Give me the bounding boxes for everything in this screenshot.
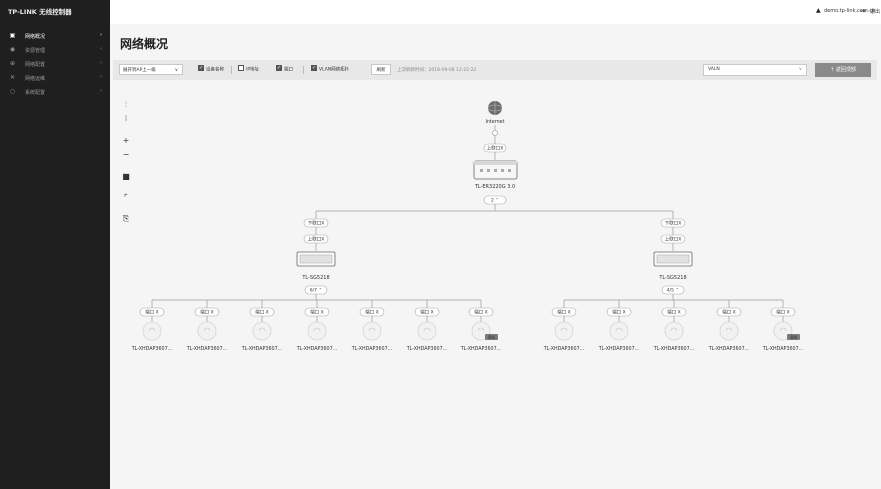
switch-downlink-port[interactable]: 下联口X bbox=[665, 220, 682, 227]
ap-device-icon[interactable] bbox=[362, 321, 382, 341]
switch-uplink-port[interactable]: 上联口X bbox=[308, 236, 325, 243]
ap-port[interactable]: 端口 X bbox=[365, 309, 379, 316]
ap-device-icon[interactable] bbox=[417, 321, 437, 341]
router-port bbox=[501, 169, 504, 172]
offline-badge: 离线 bbox=[790, 335, 798, 340]
ap-name: TL-XHDAP3607... bbox=[653, 346, 694, 352]
ap-port[interactable]: 端口 X bbox=[145, 309, 159, 316]
switch-uplink-port[interactable]: 上联口X bbox=[665, 236, 682, 243]
ap-name: TL-XHDAP3607... bbox=[351, 346, 392, 352]
ap-device-icon[interactable] bbox=[719, 321, 739, 341]
switch-device-ports bbox=[656, 254, 690, 264]
router-uplink-port[interactable]: 上联口X bbox=[487, 145, 504, 152]
ap-name: TL-XHDAP3607... bbox=[406, 346, 447, 352]
ap-port[interactable]: 端口 X bbox=[667, 309, 681, 316]
router-port bbox=[480, 169, 483, 172]
ap-device-icon[interactable] bbox=[609, 321, 629, 341]
ap-device-icon[interactable] bbox=[142, 321, 162, 341]
router-port bbox=[487, 169, 490, 172]
router-expand-toggle[interactable]: 2 ⌃ bbox=[491, 198, 499, 204]
topology-canvas: Internet 上联口X TL-ER3220G 3.0 2 ⌃ 下联口X 上联口X TL-… bbox=[131, 101, 803, 352]
ap-port[interactable]: 端口 X bbox=[310, 309, 324, 316]
ap-name: TL-XHDAP3607... bbox=[186, 346, 227, 352]
router-name: TL-ER3220G 3.0 bbox=[474, 184, 515, 190]
ap-port[interactable]: 端口 X bbox=[255, 309, 269, 316]
ap-name: TL-XHDAP3607... bbox=[460, 346, 501, 352]
ap-port[interactable]: 端口 X bbox=[474, 309, 488, 316]
switch-expand-toggle[interactable]: 6/7 ⌃ bbox=[310, 288, 322, 294]
ap-name: TL-XHDAP3607... bbox=[708, 346, 749, 352]
ap-port[interactable]: 端口 X bbox=[557, 309, 571, 316]
ap-name: TL-XHDAP3607... bbox=[241, 346, 282, 352]
router-port bbox=[494, 169, 497, 172]
ap-name: TL-XHDAP3607... bbox=[762, 346, 803, 352]
ap-name: TL-XHDAP3607... bbox=[296, 346, 337, 352]
switch-name: TL-SG5218 bbox=[658, 275, 686, 281]
switch-name: TL-SG5218 bbox=[301, 275, 329, 281]
ap-port[interactable]: 端口 X bbox=[200, 309, 214, 316]
ap-port[interactable]: 端口 X bbox=[612, 309, 626, 316]
ap-port[interactable]: 端口 X bbox=[776, 309, 790, 316]
ap-port[interactable]: 端口 X bbox=[420, 309, 434, 316]
switch-device-ports bbox=[299, 254, 333, 264]
offline-badge: 离线 bbox=[488, 335, 496, 340]
ap-device-icon[interactable] bbox=[197, 321, 217, 341]
ap-device-icon[interactable] bbox=[664, 321, 684, 341]
ap-name: TL-XHDAP3607... bbox=[131, 346, 172, 352]
ap-name: TL-XHDAP3607... bbox=[543, 346, 584, 352]
link-node-icon bbox=[492, 130, 498, 136]
ap-name: TL-XHDAP3607... bbox=[598, 346, 639, 352]
ap-port[interactable]: 端口 X bbox=[722, 309, 736, 316]
switch-expand-toggle[interactable]: 4/5 ⌃ bbox=[667, 288, 679, 294]
ap-device-icon[interactable] bbox=[252, 321, 272, 341]
switch-downlink-port[interactable]: 下联口X bbox=[308, 220, 325, 227]
router-port bbox=[508, 169, 511, 172]
ap-device-icon[interactable] bbox=[307, 321, 327, 341]
ap-device-icon[interactable] bbox=[554, 321, 574, 341]
router-device-top bbox=[474, 161, 517, 165]
internet-label: Internet bbox=[485, 119, 504, 125]
